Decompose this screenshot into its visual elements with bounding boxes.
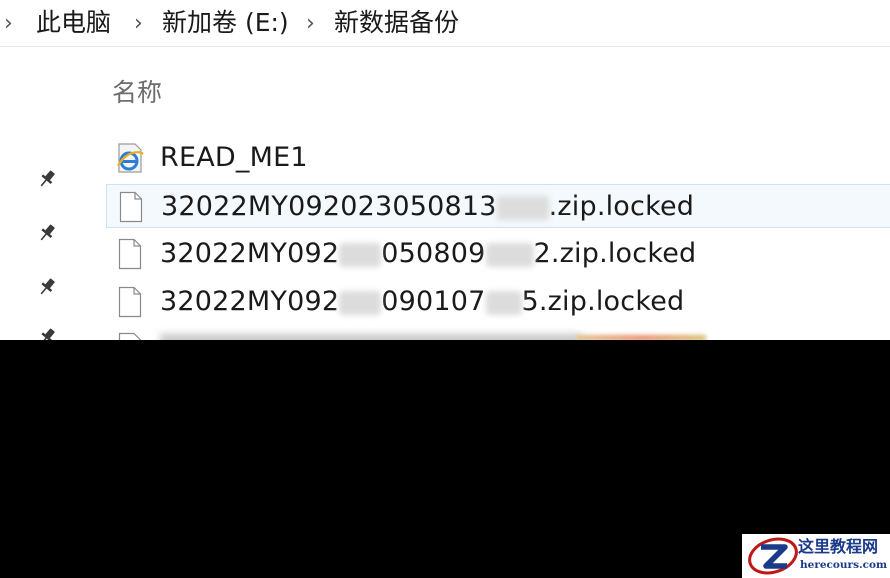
list-item[interactable]: 32022MY092 090107 5.zip.locked: [106, 280, 890, 324]
pin-icon[interactable]: [36, 276, 58, 298]
file-icon: [118, 286, 142, 318]
chevron-right-icon[interactable]: ›: [4, 10, 13, 38]
pin-icon[interactable]: [36, 168, 58, 190]
file-name: 32022MY092023050813 .zip.locked: [161, 191, 695, 222]
breadcrumb: › 此电脑 › 新加卷 (E:) › 新数据备份: [0, 0, 890, 47]
list-item[interactable]: 32022MY092 050809 2.zip.locked: [106, 232, 890, 276]
breadcrumb-item-backup-folder[interactable]: 新数据备份: [334, 7, 459, 39]
file-explorer-window: › 此电脑 › 新加卷 (E:) › 新数据备份 名称 READ_ME1 320…: [0, 0, 890, 340]
pin-icon[interactable]: [36, 222, 58, 244]
watermark-title: 这里教程网: [798, 537, 879, 556]
breadcrumb-item-this-pc[interactable]: 此电脑: [36, 7, 111, 39]
file-icon: [118, 238, 142, 270]
column-header-name[interactable]: 名称: [112, 76, 162, 110]
file-icon: [118, 332, 142, 340]
list-item[interactable]: [106, 326, 890, 340]
file-name: 32022MY092 050809 2.zip.locked: [160, 238, 697, 269]
list-item[interactable]: READ_ME1: [106, 136, 890, 180]
pin-icon[interactable]: [36, 326, 58, 340]
file-name: READ_ME1: [160, 142, 308, 173]
watermark-logo-icon: [748, 537, 798, 575]
chevron-right-icon[interactable]: ›: [134, 10, 143, 38]
breadcrumb-item-volume-e[interactable]: 新加卷 (E:): [162, 7, 289, 39]
watermark: 这里教程网 herecours.com: [742, 534, 890, 578]
ie-document-icon: [117, 143, 144, 173]
file-icon: [119, 191, 143, 223]
list-item[interactable]: 32022MY092023050813 .zip.locked: [106, 184, 890, 228]
file-name: 32022MY092 090107 5.zip.locked: [160, 286, 685, 317]
chevron-right-icon[interactable]: ›: [306, 10, 315, 38]
watermark-url: herecours.com: [800, 559, 888, 571]
